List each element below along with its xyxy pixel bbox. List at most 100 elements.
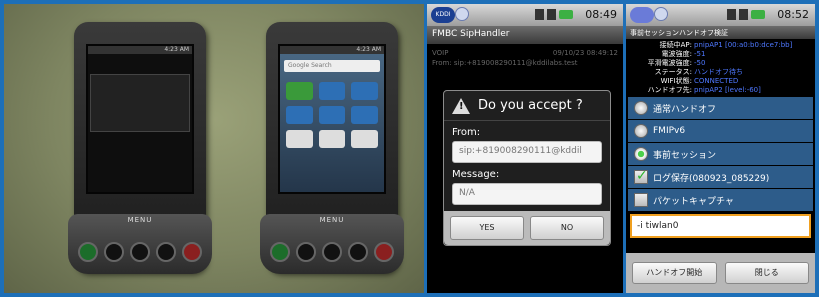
app-icon xyxy=(286,106,313,124)
call-type: VOIP xyxy=(432,49,449,57)
info-key: 平滑電波強度: xyxy=(647,59,692,67)
button-bar: ハンドオフ開始 閉じる xyxy=(626,253,815,293)
status-bar: 08:52 xyxy=(626,4,815,26)
info-value: ハンドオフ待ち xyxy=(694,68,743,76)
radio-icon xyxy=(634,101,648,115)
option-label: 事前セッション xyxy=(653,150,717,161)
info-value: CONNECTED xyxy=(694,77,739,85)
screen-accept-call: KDDI 08:49 FMBC SipHandler VOIP 09/10/23 … xyxy=(427,4,623,293)
start-handoff-button[interactable]: ハンドオフ開始 xyxy=(632,262,717,284)
option-label: パケットキャプチャ xyxy=(653,196,734,207)
app-logo-icon xyxy=(455,7,469,21)
sim-icon xyxy=(535,9,544,20)
accept-dialog: Do you accept ? From: sip:+819008290111@… xyxy=(443,90,611,246)
call-from: From: sip:+819008290111@kddilabs.test xyxy=(432,59,578,67)
back-key-icon xyxy=(156,242,176,262)
app-icon xyxy=(286,82,313,100)
phone-left-menu-label: MENU xyxy=(127,216,153,224)
info-value: -50 xyxy=(694,59,706,67)
app-icon xyxy=(351,130,378,148)
info-value: pnipAP2 [level:-60] xyxy=(694,86,761,94)
end-key-icon xyxy=(182,242,202,262)
info-row-smoothed-signal: 平滑電波強度: -50 xyxy=(630,59,811,68)
phone-right-keypad: MENU xyxy=(260,214,404,274)
option-label: FMIPv6 xyxy=(653,126,686,136)
app-title: FMBC SipHandler xyxy=(427,26,623,44)
from-label: From: xyxy=(452,127,481,138)
no-button[interactable]: NO xyxy=(530,216,604,240)
status-time: 08:49 xyxy=(585,8,617,21)
from-field[interactable]: sip:+819008290111@kddil xyxy=(452,141,602,163)
checkbox-icon xyxy=(634,193,648,207)
dialog-title: Do you accept ? xyxy=(478,98,583,113)
info-key: ハンドオフ先: xyxy=(647,86,692,94)
message-label: Message: xyxy=(452,169,500,180)
radio-selected-icon xyxy=(634,147,648,161)
info-key: 電波強度: xyxy=(661,50,692,58)
info-row-wifi: WIFI状態: CONNECTED xyxy=(630,77,811,86)
battery-icon xyxy=(751,10,765,19)
close-button[interactable]: 閉じる xyxy=(724,262,809,284)
photo-two-phones: 4:23 AM MENU 4:23 AM Google Search MENU xyxy=(4,4,424,293)
phone-right: 4:23 AM Google Search MENU xyxy=(260,22,404,274)
info-key: ステータス: xyxy=(654,68,692,76)
back-key-icon xyxy=(348,242,368,262)
message-field[interactable]: N/A xyxy=(452,183,602,205)
app-icon xyxy=(318,130,346,148)
status-bar: KDDI 08:49 xyxy=(427,4,623,26)
radio-icon xyxy=(634,124,648,138)
battery-icon xyxy=(559,10,573,19)
phone-left-status-time: 4:23 AM xyxy=(88,46,192,54)
end-key-icon xyxy=(374,242,394,262)
phone-left-screen: 4:23 AM xyxy=(86,44,194,194)
option-label: 通常ハンドオフ xyxy=(653,104,717,115)
radio-normal-handoff[interactable]: 通常ハンドオフ xyxy=(628,97,813,119)
app-icon xyxy=(351,82,378,100)
checkbox-packet-capture[interactable]: パケットキャプチャ xyxy=(628,189,813,211)
radio-fmipv6[interactable]: FMIPv6 xyxy=(628,120,813,142)
app-icon xyxy=(286,130,313,148)
info-value: -51 xyxy=(694,50,706,58)
option-label: ログ保存(080923_085229) xyxy=(653,173,770,184)
trackball-icon xyxy=(322,242,342,262)
call-log: VOIP 09/10/23 08:49:12 From: sip:+8190082… xyxy=(427,44,623,72)
checkbox-log-save[interactable]: ログ保存(080923_085229) xyxy=(628,166,813,188)
checkbox-checked-icon xyxy=(634,168,648,184)
yes-button[interactable]: YES xyxy=(450,216,524,240)
phone-right-search-bar: Google Search xyxy=(284,60,380,72)
info-row-target: ハンドオフ先: pnipAP2 [level:-60] xyxy=(630,86,811,95)
phone-left: 4:23 AM MENU xyxy=(68,22,212,274)
info-row-ap: 接続中AP: pnipAP1 [00:a0:b0:dce7:bb] xyxy=(630,41,811,50)
sim-icon xyxy=(727,9,736,20)
app-icon xyxy=(318,82,346,100)
signal-icon xyxy=(547,9,556,20)
trackball-icon xyxy=(130,242,150,262)
status-time: 08:52 xyxy=(777,8,809,21)
screen-handoff-settings: 08:52 事前セッションハンドオフ検証 接続中AP: pnipAP1 [00:a… xyxy=(626,4,815,293)
app-icon xyxy=(351,106,378,124)
app-logo-icon-2 xyxy=(654,7,668,21)
info-key: 接続中AP: xyxy=(659,41,692,49)
call-timestamp: 09/10/23 08:49:12 xyxy=(552,49,618,57)
app-icon xyxy=(318,106,346,124)
info-value: pnipAP1 [00:a0:b0:dce7:bb] xyxy=(694,41,793,49)
phone-right-app-grid xyxy=(280,78,384,152)
phone-left-dialog xyxy=(90,74,190,132)
interface-input[interactable]: -i tiwlan0 xyxy=(630,214,811,238)
info-key: WIFI状態: xyxy=(660,77,692,85)
dialog-title-bar: Do you accept ? xyxy=(444,91,610,121)
info-row-signal: 電波強度: -51 xyxy=(630,50,811,59)
call-key-icon xyxy=(78,242,98,262)
home-key-icon xyxy=(104,242,124,262)
warning-icon xyxy=(452,97,470,114)
kddi-logo: KDDI xyxy=(431,7,455,23)
phone-left-keypad: MENU xyxy=(68,214,212,274)
radio-advance-session[interactable]: 事前セッション xyxy=(628,143,813,165)
phone-right-screen: 4:23 AM Google Search xyxy=(278,44,386,194)
info-row-status: ステータス: ハンドオフ待ち xyxy=(630,68,811,77)
signal-icon xyxy=(739,9,748,20)
dialog-button-bar: YES NO xyxy=(444,211,610,245)
screenshot-collage: 4:23 AM MENU 4:23 AM Google Search MENU … xyxy=(4,4,815,293)
connection-info: 接続中AP: pnipAP1 [00:a0:b0:dce7:bb] 電波強度: -5… xyxy=(626,39,815,97)
app-title: 事前セッションハンドオフ検証 xyxy=(626,26,815,39)
